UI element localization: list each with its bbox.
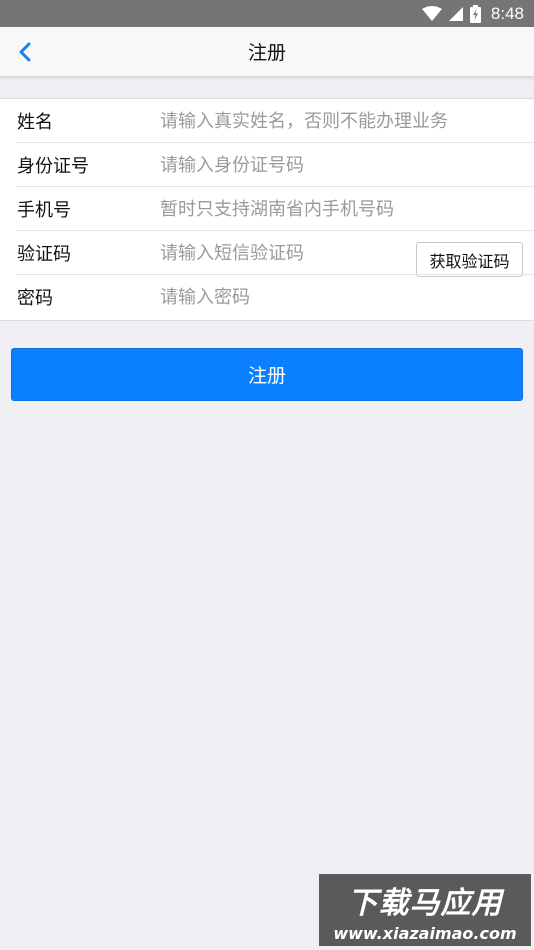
- verification-code-label: 验证码: [17, 244, 71, 265]
- name-input[interactable]: [160, 101, 520, 141]
- id-number-label: 身份证号: [17, 156, 89, 177]
- wifi-icon: [421, 5, 442, 21]
- phone-label: 手机号: [17, 200, 71, 221]
- chevron-left-icon: [19, 42, 31, 62]
- password-input[interactable]: [160, 277, 520, 317]
- id-number-row: 身份证号: [0, 143, 534, 187]
- verification-code-input[interactable]: [160, 233, 405, 273]
- battery-charging-icon: [469, 4, 481, 23]
- name-label: 姓名: [17, 112, 53, 133]
- watermark-title: 下载马应用: [347, 885, 503, 921]
- name-row: 姓名: [0, 99, 534, 143]
- register-form: 姓名 身份证号 手机号 验证码 获取验证码 密码: [0, 98, 534, 321]
- nav-bar: 注册: [0, 27, 534, 76]
- watermark-url: www.xiazaimao.com: [333, 923, 517, 943]
- watermark-logo: 下载马应用 www.xiazaimao.com: [319, 874, 531, 946]
- status-time: 8:48: [490, 3, 524, 23]
- verification-code-row: 验证码 获取验证码: [0, 231, 534, 277]
- back-button[interactable]: [10, 37, 40, 67]
- signal-icon: [448, 6, 463, 21]
- phone-row: 手机号: [0, 187, 534, 231]
- password-label: 密码: [17, 288, 53, 309]
- status-bar: 8:48: [0, 0, 534, 27]
- phone-input[interactable]: [160, 189, 520, 229]
- page-title: 注册: [247, 42, 286, 64]
- password-row: 密码: [0, 275, 534, 319]
- id-number-input[interactable]: [160, 145, 520, 185]
- register-button[interactable]: 注册: [11, 348, 523, 401]
- get-code-button[interactable]: 获取验证码: [416, 242, 523, 277]
